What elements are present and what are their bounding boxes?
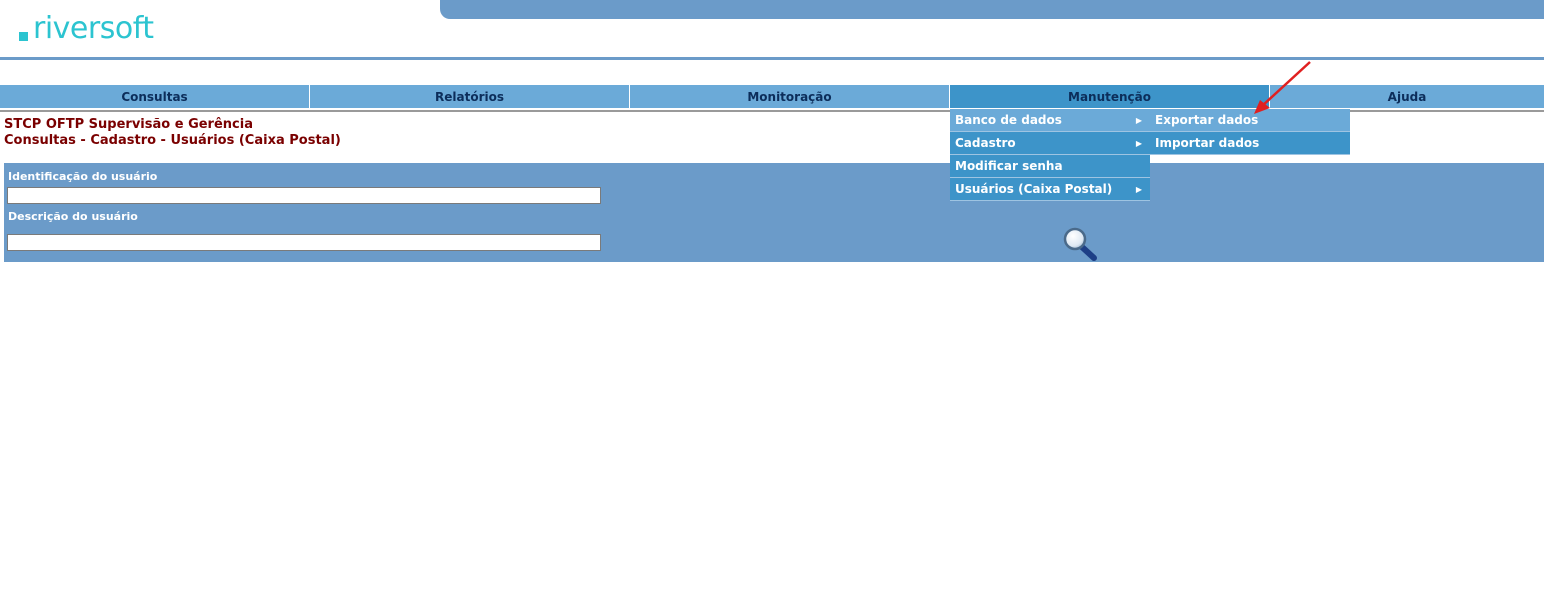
submenu-item-importar-dados[interactable]: Importar dados bbox=[1150, 132, 1350, 155]
menu-item-label: Cadastro bbox=[955, 136, 1016, 150]
nav-consultas[interactable]: Consultas bbox=[0, 85, 310, 108]
header-band bbox=[440, 0, 1544, 19]
menu-item-usuarios-caixa-postal[interactable]: Usuários (Caixa Postal) ▶ bbox=[950, 178, 1150, 201]
nav-monitoracao[interactable]: Monitoração bbox=[630, 85, 950, 108]
user-id-input[interactable] bbox=[7, 187, 601, 204]
maintenance-dropdown: Banco de dados ▶ Cadastro ▶ Modificar se… bbox=[950, 109, 1150, 201]
submenu-arrow-icon: ▶ bbox=[1135, 138, 1142, 148]
header-divider bbox=[0, 57, 1544, 60]
submenu-arrow-icon: ▶ bbox=[1135, 115, 1142, 125]
search-button[interactable] bbox=[1062, 227, 1098, 261]
menu-item-cadastro[interactable]: Cadastro ▶ bbox=[950, 132, 1150, 155]
search-form: Identificação do usuário Descrição do us… bbox=[4, 163, 1544, 262]
user-id-label: Identificação do usuário bbox=[8, 170, 158, 183]
user-desc-input[interactable] bbox=[7, 234, 601, 251]
main-nav: Consultas Relatórios Monitoração Manuten… bbox=[0, 85, 1544, 108]
annotation-arrow-icon bbox=[1254, 61, 1311, 114]
magnifier-icon bbox=[1063, 227, 1097, 261]
submenu-arrow-icon: ▶ bbox=[1135, 184, 1142, 194]
logo-text: riversoft bbox=[33, 11, 154, 46]
user-desc-label: Descrição do usuário bbox=[8, 210, 138, 223]
menu-item-modificar-senha[interactable]: Modificar senha bbox=[950, 155, 1150, 178]
riversoft-logo: riversoft bbox=[19, 8, 154, 44]
menu-item-label: Modificar senha bbox=[955, 159, 1063, 173]
menu-item-banco-de-dados[interactable]: Banco de dados ▶ bbox=[950, 109, 1150, 132]
nav-manutencao[interactable]: Manutenção bbox=[950, 85, 1270, 108]
page-title-line1: STCP OFTP Supervisão e Gerência bbox=[4, 117, 253, 132]
logo-dot-icon bbox=[19, 32, 28, 41]
menu-item-label: Banco de dados bbox=[955, 113, 1062, 127]
menu-item-label: Usuários (Caixa Postal) bbox=[955, 182, 1113, 196]
page-title-line2: Consultas - Cadastro - Usuários (Caixa P… bbox=[4, 133, 341, 148]
nav-relatorios[interactable]: Relatórios bbox=[310, 85, 630, 108]
page-title: STCP OFTP Supervisão e Gerência Consulta… bbox=[4, 117, 341, 149]
